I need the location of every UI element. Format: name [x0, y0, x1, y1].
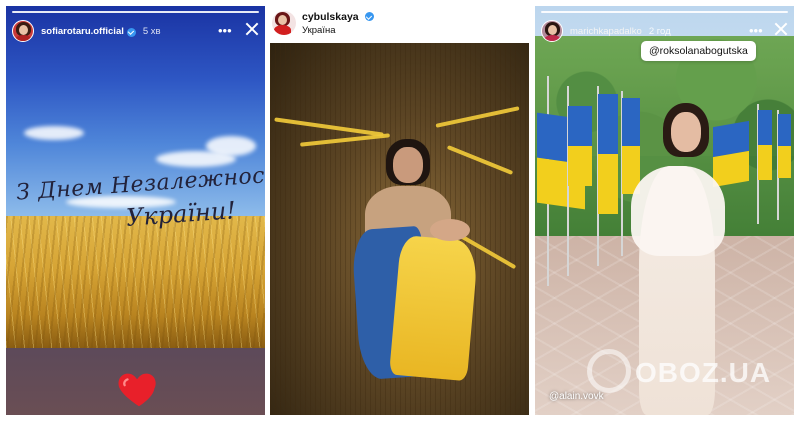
story-username[interactable]: marichkapadalko: [570, 26, 642, 37]
post-header: cybulskaya Україна: [270, 6, 529, 42]
verified-badge-icon: [364, 12, 374, 21]
ribbon: [446, 145, 514, 175]
woman-face: [393, 147, 423, 183]
post-location[interactable]: Україна: [302, 25, 336, 36]
ribbon: [435, 106, 520, 128]
avatar[interactable]: [272, 11, 296, 35]
avatar[interactable]: [541, 20, 563, 42]
more-options-icon[interactable]: •••: [749, 24, 763, 37]
ukraine-flag: [622, 98, 640, 194]
ukraine-flag: [778, 114, 791, 178]
cloud: [24, 126, 84, 140]
wheat-field: [6, 216, 265, 348]
ribbon: [274, 117, 384, 137]
post-username-row: cybulskaya: [302, 11, 374, 23]
more-options-icon[interactable]: •••: [218, 24, 232, 37]
watermark-text: OBOZ.UA: [635, 357, 772, 388]
close-icon[interactable]: [774, 22, 788, 36]
story-time: 5 хв: [142, 25, 161, 37]
post-panel-cybulskaya[interactable]: cybulskaya Україна: [270, 6, 529, 415]
baby: [430, 219, 470, 241]
ukraine-flag: [568, 106, 592, 186]
verified-badge-icon: [126, 27, 136, 37]
avatar[interactable]: [12, 20, 34, 42]
close-icon[interactable]: [245, 22, 259, 36]
story-time: 2 год: [648, 25, 671, 37]
flag-yellow-fabric: [389, 234, 479, 382]
photo-credit[interactable]: @alain.vovk: [549, 391, 604, 402]
ukraine-flag: [713, 120, 749, 188]
cloud: [206, 136, 256, 156]
ukraine-flag: [598, 94, 618, 214]
story-panel-marichkapadalko[interactable]: marichkapadalko 2 год ••• @roksolanabogu…: [535, 6, 794, 415]
heart-icon[interactable]: [116, 366, 162, 412]
mention-tag[interactable]: @roksolanabogutska: [641, 41, 756, 61]
story-username[interactable]: sofiarotaru.official: [41, 26, 124, 37]
ukraine-flag: [758, 110, 772, 180]
story-progress-bar: [541, 11, 788, 13]
watermark-logo-icon: [587, 349, 631, 393]
ribbon: [300, 133, 390, 147]
woman-shawl: [631, 166, 725, 256]
story-header: sofiarotaru.official 5 хв: [12, 19, 161, 43]
woman-face: [671, 112, 701, 152]
story-panel-sofiarotaru[interactable]: sofiarotaru.official 5 хв ••• З Днем Нез…: [6, 6, 265, 415]
post-photo: [270, 43, 529, 415]
post-username[interactable]: cybulskaya: [302, 11, 359, 23]
story-progress-bar: [12, 11, 259, 13]
story-header: marichkapadalko 2 год: [541, 19, 671, 43]
